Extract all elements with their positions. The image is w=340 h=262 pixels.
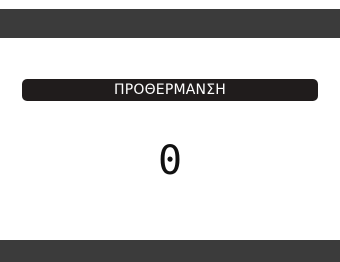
header-bar: [0, 9, 340, 38]
top-strip: [0, 0, 340, 9]
thermostat-screen: ΠΡΟΘΕΡΜΑΝΣΗ 0: [0, 0, 340, 262]
mode-label: ΠΡΟΘΕΡΜΑΝΣΗ: [22, 79, 318, 101]
footer-bar: [0, 240, 340, 262]
value-display: 0: [157, 138, 183, 184]
